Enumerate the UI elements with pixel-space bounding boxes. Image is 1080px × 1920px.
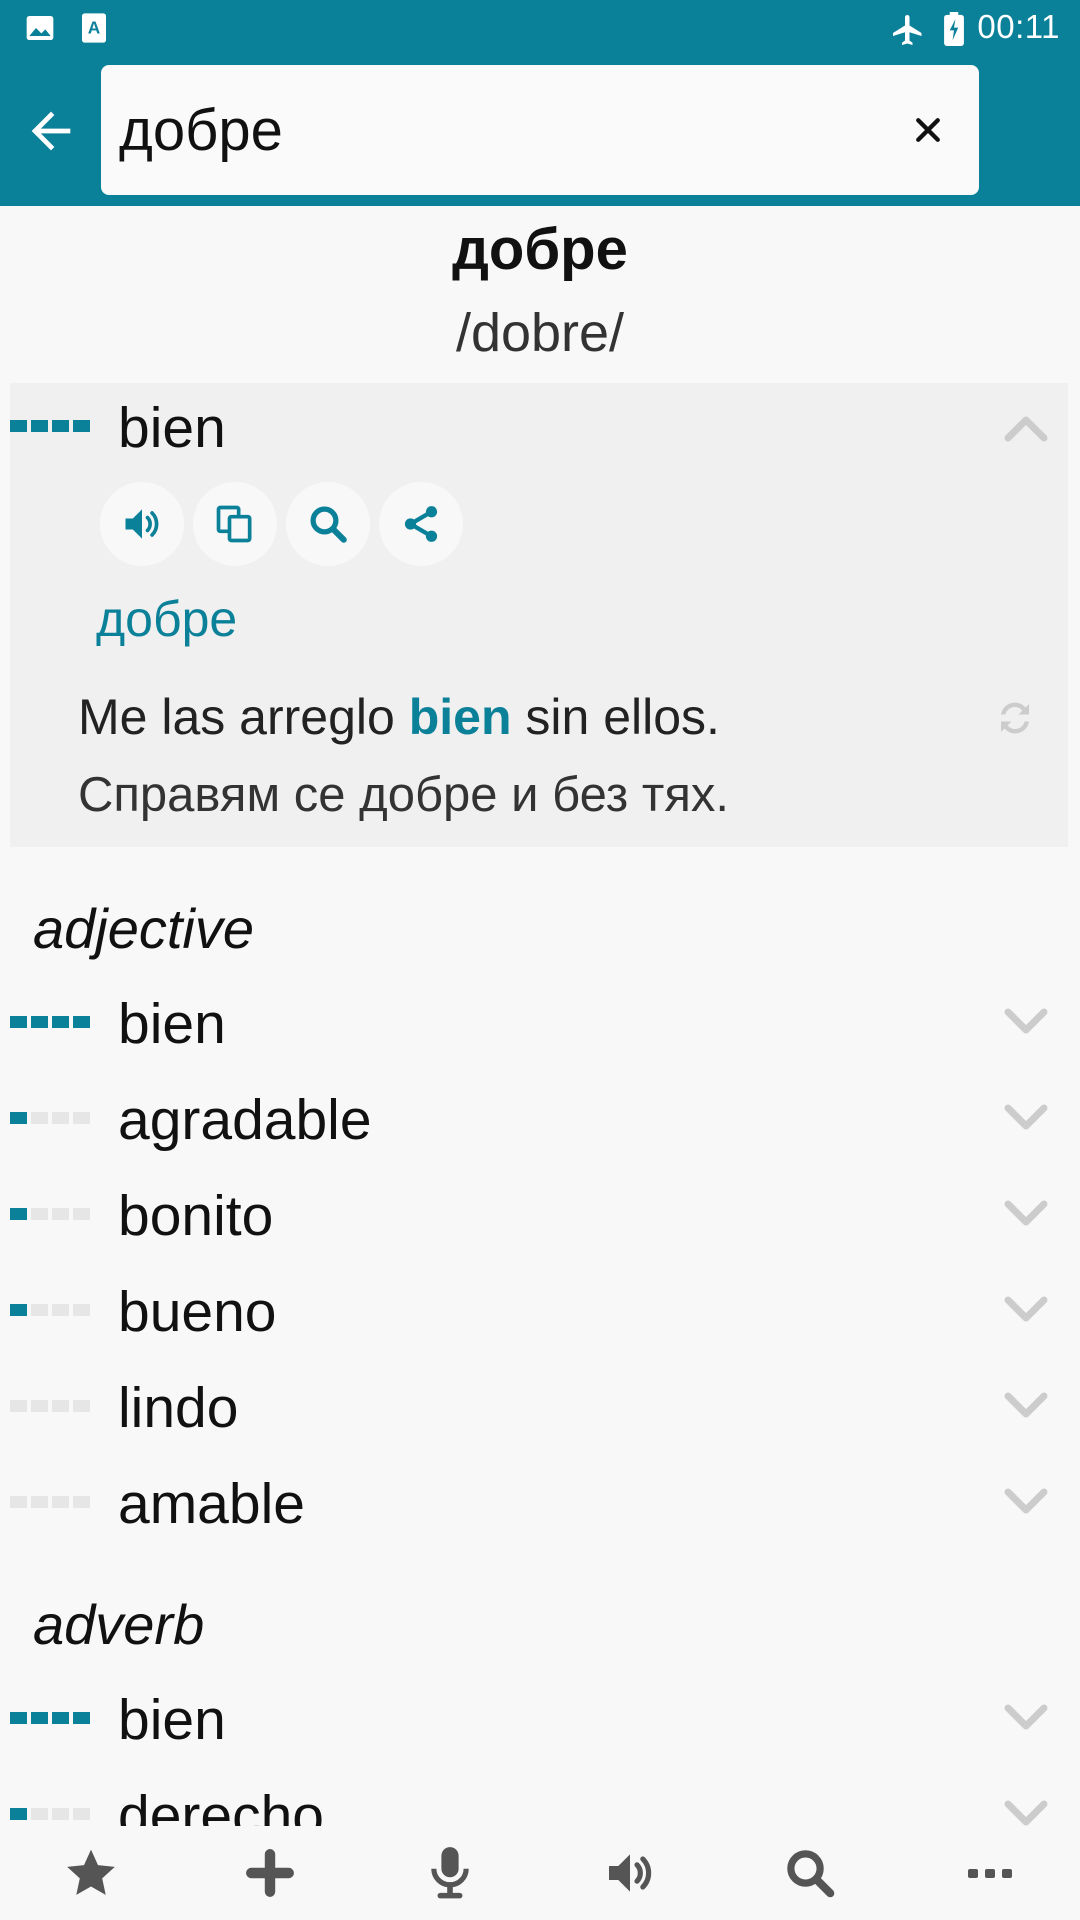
translation-word: derecho (118, 1784, 324, 1827)
part-of-speech-heading: adverb (33, 1593, 205, 1656)
chevron-down-icon[interactable] (1002, 1392, 1050, 1422)
pronunciation: /dobre/ (455, 303, 625, 363)
arrow-left-icon (31, 111, 71, 151)
image-icon (24, 12, 56, 49)
plus-icon (246, 1849, 294, 1897)
copy-icon (216, 505, 252, 543)
example-text: sin ellos. (511, 689, 720, 745)
search-input[interactable] (119, 87, 879, 173)
voice-input-button[interactable] (417, 1840, 483, 1906)
chevron-up-icon[interactable] (1002, 412, 1050, 442)
chevron-down-icon[interactable] (1002, 1488, 1050, 1518)
search-box (101, 65, 979, 195)
clear-search-button[interactable] (901, 103, 955, 157)
frequency-bar (10, 1112, 90, 1124)
translation-word[interactable]: bien (118, 400, 226, 457)
speaker-icon (609, 1854, 652, 1892)
frequency-bar (10, 420, 90, 432)
chevron-down-icon[interactable] (1002, 1200, 1050, 1230)
translation-word: bonito (118, 1184, 274, 1248)
frequency-bar (10, 1016, 90, 1028)
frequency-bar (10, 1304, 90, 1316)
search-icon (787, 1850, 835, 1898)
search-button[interactable] (777, 1840, 843, 1906)
translation-word: bueno (118, 1280, 277, 1344)
back-button[interactable] (18, 98, 84, 164)
favorites-button[interactable] (58, 1840, 124, 1906)
translation-word: amable (118, 1472, 305, 1536)
chevron-down-icon[interactable] (1002, 1296, 1050, 1326)
svg-text:A: A (88, 17, 101, 37)
frequency-bar (10, 1712, 90, 1724)
frequency-bar (10, 1496, 90, 1508)
chevron-down-icon[interactable] (1002, 1008, 1050, 1038)
clock: 00:11 (977, 8, 1060, 45)
dictionary-content[interactable]: добре /dobre/ bien добре Me las arreglo … (0, 220, 1080, 1826)
frequency-bar (10, 1808, 90, 1820)
chevron-down-icon[interactable] (1002, 1704, 1050, 1734)
star-icon (67, 1849, 115, 1895)
translation-word: bien (118, 1688, 226, 1752)
speaker-icon (125, 509, 159, 539)
search-translation-button[interactable] (286, 482, 370, 566)
translation-word: lindo (118, 1376, 239, 1440)
frequency-bar (10, 1400, 90, 1412)
example-sentence-bg: Справям се добре и без тях. (78, 768, 729, 822)
translation-word: agradable (118, 1088, 372, 1152)
font-download-icon: A (80, 12, 108, 49)
more-button[interactable] (957, 1840, 1023, 1906)
search-icon (310, 506, 347, 543)
back-translation-link[interactable]: добре (96, 590, 237, 648)
translation-word: bien (118, 992, 226, 1056)
more-icon (968, 1869, 1012, 1878)
part-of-speech-heading: adjective (33, 897, 255, 960)
refresh-example-icon[interactable] (994, 697, 1036, 739)
example-sentence-es: Me las arreglo bien sin ellos. (78, 688, 720, 746)
microphone-icon (431, 1847, 469, 1899)
add-button[interactable] (237, 1840, 303, 1906)
pronounce-button[interactable] (100, 482, 184, 566)
chevron-down-icon[interactable] (1002, 1104, 1050, 1134)
bottom-navigation (0, 1826, 1080, 1920)
status-bar: A 00:11 (0, 0, 1080, 54)
share-icon (404, 506, 438, 542)
close-icon (916, 118, 940, 142)
example-highlight: bien (408, 689, 512, 745)
copy-button[interactable] (193, 482, 277, 566)
chevron-down-icon[interactable] (1002, 1800, 1050, 1826)
battery-charging-icon (942, 12, 966, 51)
headword: добре (452, 220, 628, 282)
frequency-bar (10, 1208, 90, 1220)
share-button[interactable] (379, 482, 463, 566)
example-text: Me las arreglo (78, 689, 409, 745)
airplane-mode-icon (890, 12, 926, 53)
speak-button[interactable] (597, 1840, 663, 1906)
